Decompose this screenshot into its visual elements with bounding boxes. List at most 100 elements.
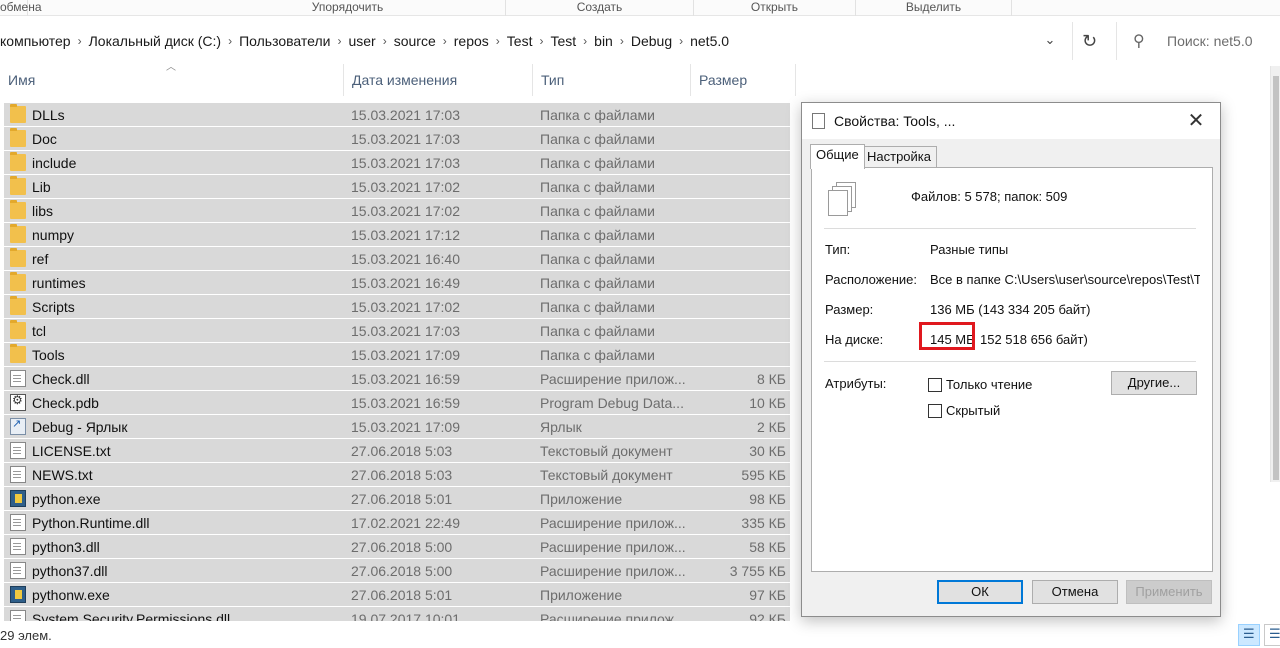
file-date: 15.03.2021 17:03 — [351, 323, 460, 339]
file-name: python.exe — [32, 491, 101, 507]
file-row[interactable]: libs 15.03.2021 17:02 Папка с файлами — [4, 199, 790, 223]
advanced-button[interactable]: Другие... — [1111, 371, 1197, 395]
chevron-right-icon[interactable]: › — [443, 34, 447, 48]
breadcrumb-item[interactable]: user — [348, 33, 375, 49]
file-row[interactable]: runtimes 15.03.2021 16:49 Папка с файлами — [4, 271, 790, 295]
file-name: Check.pdb — [32, 395, 99, 411]
breadcrumb-item[interactable]: Пользователи — [239, 33, 330, 49]
address-bar[interactable]: компьютер › Локальный диск (C:) › Пользовате… — [0, 22, 1108, 60]
file-type: Папка с файлами — [540, 131, 655, 147]
tab-general[interactable]: Общие — [810, 144, 865, 169]
chevron-right-icon[interactable]: › — [337, 34, 341, 48]
file-type: Расширение прилож... — [540, 611, 686, 621]
breadcrumb-item[interactable]: source — [394, 33, 436, 49]
file-row[interactable]: Check.dll 15.03.2021 16:59 Расширение прил… — [4, 367, 790, 391]
file-date: 27.06.2018 5:01 — [351, 491, 453, 507]
column-header-date[interactable]: Дата изменения — [344, 64, 533, 96]
file-row[interactable]: NEWS.txt 27.06.2018 5:03 Текстовый докумен… — [4, 463, 790, 487]
file-name: include — [32, 155, 77, 171]
file-date: 15.03.2021 17:03 — [351, 131, 460, 147]
breadcrumb-item[interactable]: repos — [454, 33, 489, 49]
details-view-icon[interactable] — [1238, 624, 1260, 646]
file-row[interactable]: numpy 15.03.2021 17:12 Папка с файлами — [4, 223, 790, 247]
file-row[interactable]: include 15.03.2021 17:03 Папка с файлами — [4, 151, 790, 175]
file-name: pythonw.exe — [32, 587, 110, 603]
files-summary: Файлов: 5 578; папок: 509 — [911, 189, 1068, 204]
readonly-checkbox[interactable] — [928, 378, 942, 392]
breadcrumb-item[interactable]: Debug — [631, 33, 672, 49]
tab-customize[interactable]: Настройка — [861, 146, 937, 168]
search-box[interactable]: ⚲ Поиск: net5.0 — [1116, 22, 1280, 60]
file-row[interactable]: tcl 15.03.2021 17:03 Папка с файлами — [4, 319, 790, 343]
chevron-right-icon[interactable]: › — [78, 34, 82, 48]
search-input[interactable]: Поиск: net5.0 — [1167, 33, 1253, 49]
file-date: 15.03.2021 17:03 — [351, 107, 460, 123]
dialog-titlebar[interactable]: Свойства: Tools, ... ✕ — [802, 103, 1220, 139]
folder-icon — [10, 272, 26, 291]
breadcrumb-item[interactable]: net5.0 — [690, 33, 729, 49]
readonly-label[interactable]: Только чтение — [946, 377, 1032, 392]
file-row[interactable]: DLLs 15.03.2021 17:03 Папка с файлами — [4, 103, 790, 127]
file-type: Program Debug Data... — [540, 395, 684, 411]
file-date: 15.03.2021 17:09 — [351, 347, 460, 363]
file-row[interactable]: pythonw.exe 27.06.2018 5:01 Приложение 97 К… — [4, 583, 790, 607]
file-date: 27.06.2018 5:03 — [351, 467, 453, 483]
breadcrumb-item[interactable]: Test — [507, 33, 533, 49]
refresh-icon[interactable]: ↻ — [1072, 22, 1106, 60]
breadcrumb-item[interactable]: bin — [594, 33, 613, 49]
file-row[interactable]: Doc 15.03.2021 17:03 Папка с файлами — [4, 127, 790, 151]
hidden-checkbox[interactable] — [928, 404, 942, 418]
scrollbar-thumb[interactable] — [1273, 76, 1279, 480]
chevron-right-icon[interactable]: › — [679, 34, 683, 48]
file-row[interactable]: LICENSE.txt 27.06.2018 5:03 Текстовый доку… — [4, 439, 790, 463]
file-row[interactable]: python.exe 27.06.2018 5:01 Приложение 98 КБ — [4, 487, 790, 511]
apply-button[interactable]: Применить — [1126, 580, 1212, 604]
tiles-view-icon[interactable] — [1264, 624, 1280, 646]
cancel-button[interactable]: Отмена — [1032, 580, 1118, 604]
breadcrumb-item[interactable]: Test — [550, 33, 576, 49]
ok-button[interactable]: ОК — [937, 580, 1023, 604]
file-row[interactable]: python3.dll 27.06.2018 5:00 Расширение при… — [4, 535, 790, 559]
file-row[interactable]: Check.pdb 15.03.2021 16:59 Program Debug D… — [4, 391, 790, 415]
chevron-right-icon[interactable]: › — [583, 34, 587, 48]
column-header-name[interactable]: Имя — [0, 64, 344, 96]
file-row[interactable]: ref 15.03.2021 16:40 Папка с файлами — [4, 247, 790, 271]
file-row[interactable]: Scripts 15.03.2021 17:02 Папка с файлами — [4, 295, 790, 319]
highlight-box — [919, 322, 975, 350]
chevron-down-icon[interactable]: ⌄ — [1040, 30, 1060, 50]
file-size: 98 КБ — [749, 491, 786, 507]
close-icon[interactable]: ✕ — [1182, 107, 1210, 135]
type-label: Тип: — [825, 242, 851, 257]
breadcrumb-item[interactable]: компьютер — [0, 33, 71, 49]
disk-size-bytes: 152 518 656 байт) — [980, 332, 1088, 347]
file-name: LICENSE.txt — [32, 443, 111, 459]
file-row[interactable]: Python.Runtime.dll 17.02.2021 22:49 Расшир… — [4, 511, 790, 535]
file-row[interactable]: Debug - Ярлык 15.03.2021 17:09 Ярлык 2 КБ — [4, 415, 790, 439]
breadcrumb-item[interactable]: Локальный диск (C:) — [89, 33, 222, 49]
column-header-size[interactable]: Размер — [691, 64, 796, 96]
file-type: Расширение прилож... — [540, 515, 686, 531]
file-size: 58 КБ — [749, 539, 786, 555]
chevron-right-icon[interactable]: › — [496, 34, 500, 48]
file-date: 15.03.2021 17:02 — [351, 203, 460, 219]
file-row[interactable]: Lib 15.03.2021 17:02 Папка с файлами — [4, 175, 790, 199]
file-date: 27.06.2018 5:00 — [351, 563, 453, 579]
hidden-label[interactable]: Скрытый — [946, 403, 1000, 418]
chevron-right-icon[interactable]: › — [539, 34, 543, 48]
folder-icon — [10, 152, 26, 171]
file-row[interactable]: python37.dll 27.06.2018 5:00 Расширение пр… — [4, 559, 790, 583]
file-row[interactable]: Tools 15.03.2021 17:09 Папка с файлами — [4, 343, 790, 367]
file-icon — [10, 442, 26, 459]
vertical-scrollbar[interactable] — [1270, 66, 1280, 482]
chevron-right-icon[interactable]: › — [620, 34, 624, 48]
file-row[interactable]: System.Security.Permissions.dll 19.07.201… — [4, 607, 790, 621]
file-size: 3 755 КБ — [729, 563, 786, 579]
column-header-type[interactable]: Тип — [533, 64, 691, 96]
file-name: python3.dll — [32, 539, 100, 555]
chevron-right-icon[interactable]: › — [383, 34, 387, 48]
folder-icon — [10, 344, 26, 363]
file-name: Debug - Ярлык — [32, 419, 128, 435]
chevron-right-icon[interactable]: › — [228, 34, 232, 48]
folder-icon — [10, 176, 26, 195]
item-count: 29 элем. — [0, 628, 52, 643]
